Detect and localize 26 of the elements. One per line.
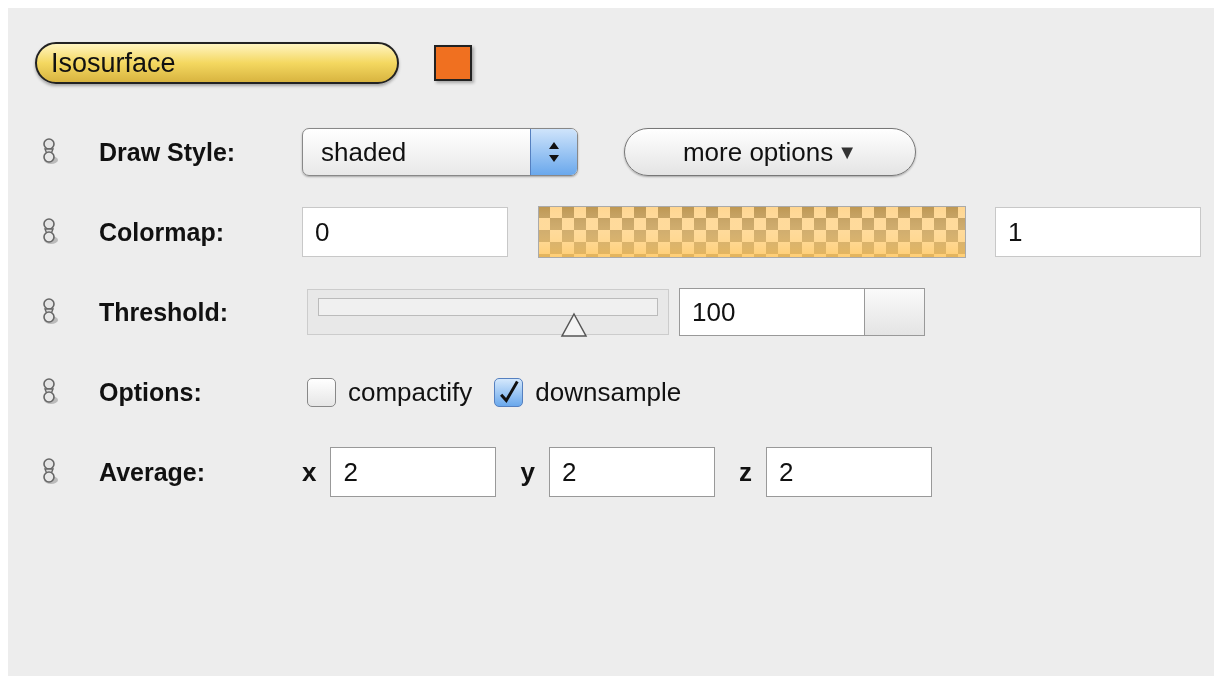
- field-label: Colormap:: [99, 217, 225, 247]
- color-swatch-button[interactable]: [434, 45, 472, 81]
- axis-label: z: [738, 456, 752, 488]
- max-input-field[interactable]: 1: [995, 207, 1201, 257]
- more-options-button[interactable]: more options▼: [624, 128, 916, 176]
- blank-button[interactable]: [865, 288, 925, 336]
- field-label: Draw Style:: [99, 137, 237, 167]
- checkbox-label: compactify: [348, 376, 473, 408]
- average-input-field[interactable]: 2: [765, 447, 932, 497]
- checkbox[interactable]: [307, 377, 336, 407]
- checkbox-label: downsample: [535, 376, 682, 408]
- field-label: Average:: [99, 457, 207, 487]
- updown-arrows-icon: [547, 140, 561, 164]
- average-input-field[interactable]: 2: [330, 447, 497, 497]
- slider-thumb[interactable]: [560, 312, 589, 338]
- axis-label: x: [302, 456, 317, 488]
- draw-style-dropdown[interactable]: shaded: [302, 128, 578, 176]
- layer-button[interactable]: Isosurface: [35, 42, 399, 84]
- checkbox[interactable]: [494, 377, 524, 407]
- threshold-input-field[interactable]: 100: [679, 288, 865, 336]
- field-label: Threshold:: [99, 297, 230, 327]
- axis-label: y: [520, 456, 535, 488]
- field-label: Options:: [99, 377, 203, 407]
- threshold-slider[interactable]: [307, 289, 669, 335]
- min-input-field[interactable]: 0: [302, 207, 508, 257]
- average-input-field[interactable]: 2: [548, 447, 715, 497]
